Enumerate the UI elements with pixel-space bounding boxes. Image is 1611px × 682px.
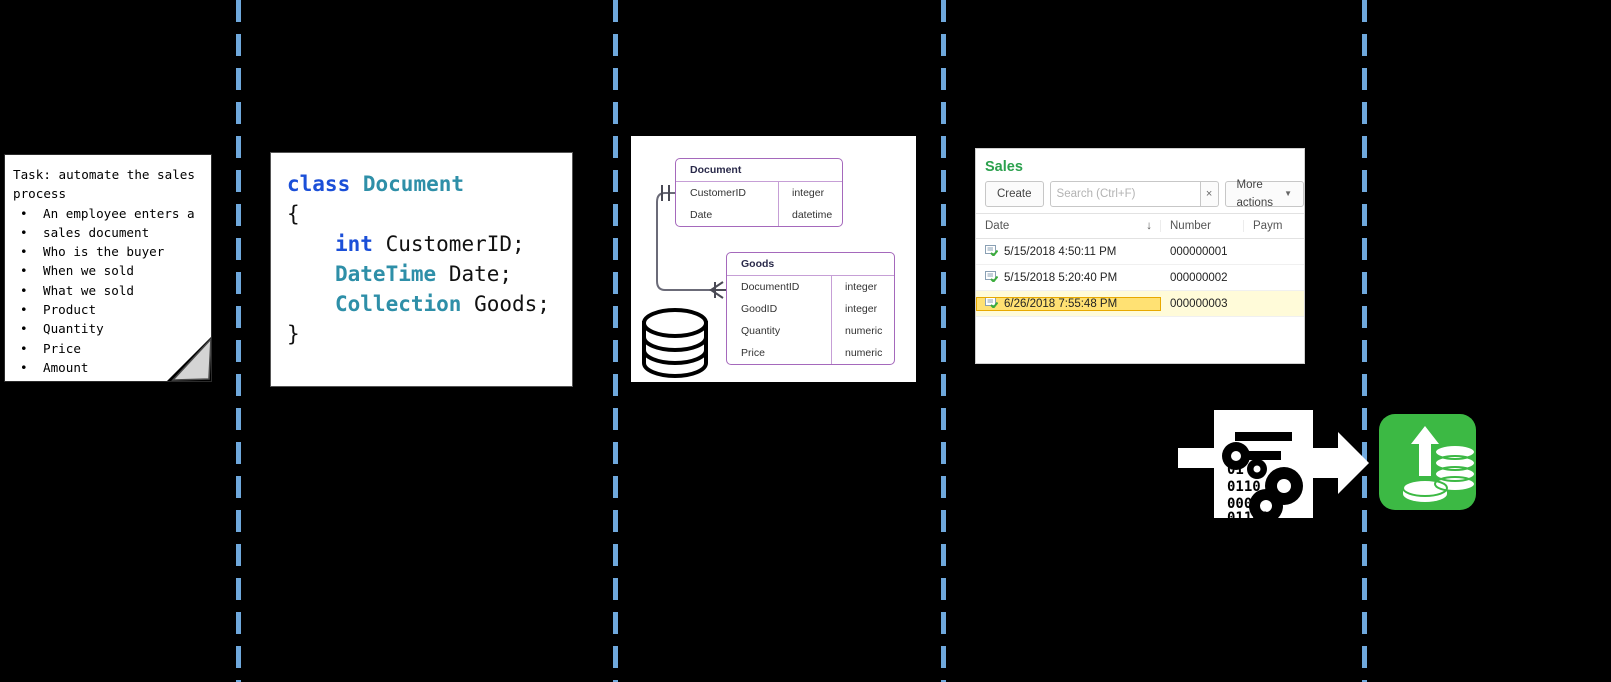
svg-text:01: 01 [1227, 462, 1244, 478]
er-field-row: DocumentID integer [727, 276, 894, 298]
code-line-2: { [287, 202, 300, 226]
er-field-type: numeric [845, 325, 883, 337]
column-header-date-label: Date [985, 220, 1010, 232]
code-type-collection: Collection [335, 292, 462, 316]
task-note-line-1: Task: automate the sales [13, 167, 195, 182]
section-divider-2 [613, 0, 618, 682]
code-field-date: Date; [448, 262, 513, 286]
section-divider-1 [236, 0, 241, 682]
cell-date-text: 5/15/2018 4:50:11 PM [1004, 245, 1117, 258]
er-field-name: CustomerID [676, 182, 779, 204]
code-panel: class Document { int CustomerID; DateTim… [270, 152, 573, 387]
svg-text:0110: 0110 [1227, 479, 1261, 495]
document-posted-icon [985, 296, 999, 311]
grid-header-row: Date ↓ Number Paym [976, 213, 1304, 239]
automation-process-icon: 01 0110 0001 01101 [1178, 406, 1373, 527]
cell-number: 000000001 [1170, 245, 1228, 258]
er-field-type: numeric [845, 347, 883, 359]
svg-text:01101: 01101 [1227, 510, 1269, 522]
code-keyword-class: class [287, 172, 351, 196]
er-field-type: datetime [792, 209, 833, 221]
task-note-bullet: An employee enters a [13, 204, 205, 224]
er-field-name: DocumentID [727, 276, 832, 298]
er-table-goods: Goods DocumentID integer GoodID integer … [726, 252, 895, 365]
search-input[interactable]: Search (Ctrl+F) [1049, 181, 1201, 207]
er-table-document-name: Document [676, 159, 842, 182]
cell-number: 000000002 [1170, 271, 1228, 284]
canvas: Task: automate the sales process An empl… [0, 0, 1611, 682]
er-field-name: Price [727, 342, 832, 364]
task-note-line-2: process [13, 186, 67, 202]
cell-number: 000000003 [1170, 297, 1228, 310]
cell-date: 5/15/2018 5:20:40 PM [976, 270, 1161, 285]
er-field-row: GoodID integer [727, 298, 894, 320]
column-header-payment[interactable]: Paym [1244, 220, 1282, 232]
er-diagram-panel: Document CustomerID integer Date datetim… [631, 136, 916, 382]
er-table-goods-name: Goods [727, 253, 894, 276]
create-button[interactable]: Create [985, 181, 1044, 207]
chevron-down-icon: ▼ [1284, 189, 1292, 198]
code-type-datetime: DateTime [335, 262, 437, 286]
er-field-name: GoodID [727, 298, 832, 320]
er-field-name: Date [676, 204, 779, 226]
cell-date-text: 5/15/2018 5:20:40 PM [1004, 271, 1118, 284]
cell-date-text: 6/26/2018 7:55:48 PM [1004, 297, 1118, 310]
column-header-number[interactable]: Number [1161, 220, 1244, 232]
er-field-name: Quantity [727, 320, 832, 342]
document-posted-icon [985, 270, 999, 285]
more-actions-button[interactable]: More actions ▼ [1224, 179, 1304, 209]
sales-toolbar: Create Search (Ctrl+F) × More actions ▼ [976, 179, 1304, 213]
task-note-bullet: Who is the buyer [13, 242, 205, 262]
revenue-result-icon [1379, 414, 1476, 510]
task-note-bullet: When we sold [13, 261, 205, 281]
more-actions-label: More actions [1236, 179, 1273, 209]
cell-date: 5/15/2018 4:50:11 PM [976, 244, 1161, 259]
clear-search-icon[interactable]: × [1200, 181, 1219, 207]
er-field-type: integer [792, 187, 825, 199]
code-type-document: Document [362, 172, 465, 196]
code-line-5: Collection Goods; [287, 289, 572, 319]
sales-list-panel: Sales Create Search (Ctrl+F) × More acti… [975, 148, 1305, 364]
er-field-type: integer [845, 281, 878, 293]
er-field-type: integer [845, 303, 878, 315]
table-row[interactable]: 5/15/2018 5:20:40 PM 000000002 [976, 265, 1304, 291]
section-divider-3 [941, 0, 946, 682]
document-posted-icon [985, 244, 999, 259]
task-note: Task: automate the sales process An empl… [4, 154, 212, 382]
column-header-date[interactable]: Date ↓ [976, 220, 1161, 232]
er-field-row: Date datetime [676, 204, 842, 226]
code-keyword-int: int [335, 232, 373, 256]
table-row-selected[interactable]: 6/26/2018 7:55:48 PM 000000003 [976, 291, 1304, 317]
task-note-bullet-continuation-text: sales document [43, 224, 150, 240]
er-field-row: Quantity numeric [727, 320, 894, 342]
er-field-row: CustomerID integer [676, 182, 842, 204]
task-note-bullet: Product [13, 300, 205, 320]
cell-date: 6/26/2018 7:55:48 PM [976, 296, 1161, 311]
code-field-customerid: CustomerID; [385, 232, 525, 256]
database-cylinder-icon [636, 301, 714, 384]
er-table-document: Document CustomerID integer Date datetim… [675, 158, 843, 227]
search-control[interactable]: Search (Ctrl+F) × [1049, 181, 1219, 207]
task-note-bullet: Quantity [13, 319, 205, 339]
task-note-bullet: What we sold [13, 281, 205, 301]
code-line-3: int CustomerID; [287, 229, 572, 259]
code-line-6: } [287, 322, 300, 346]
task-note-bullet-continuation: sales document [13, 223, 205, 243]
code-line-1: class Document [287, 169, 572, 199]
code-line-4: DateTime Date; [287, 259, 572, 289]
note-folded-corner-icon [167, 337, 211, 381]
er-field-row: Price numeric [727, 342, 894, 364]
section-divider-4 [1362, 0, 1367, 682]
table-row[interactable]: 5/15/2018 4:50:11 PM 000000001 [976, 239, 1304, 265]
code-field-goods: Goods; [474, 292, 550, 316]
sort-descending-icon: ↓ [1146, 220, 1152, 232]
